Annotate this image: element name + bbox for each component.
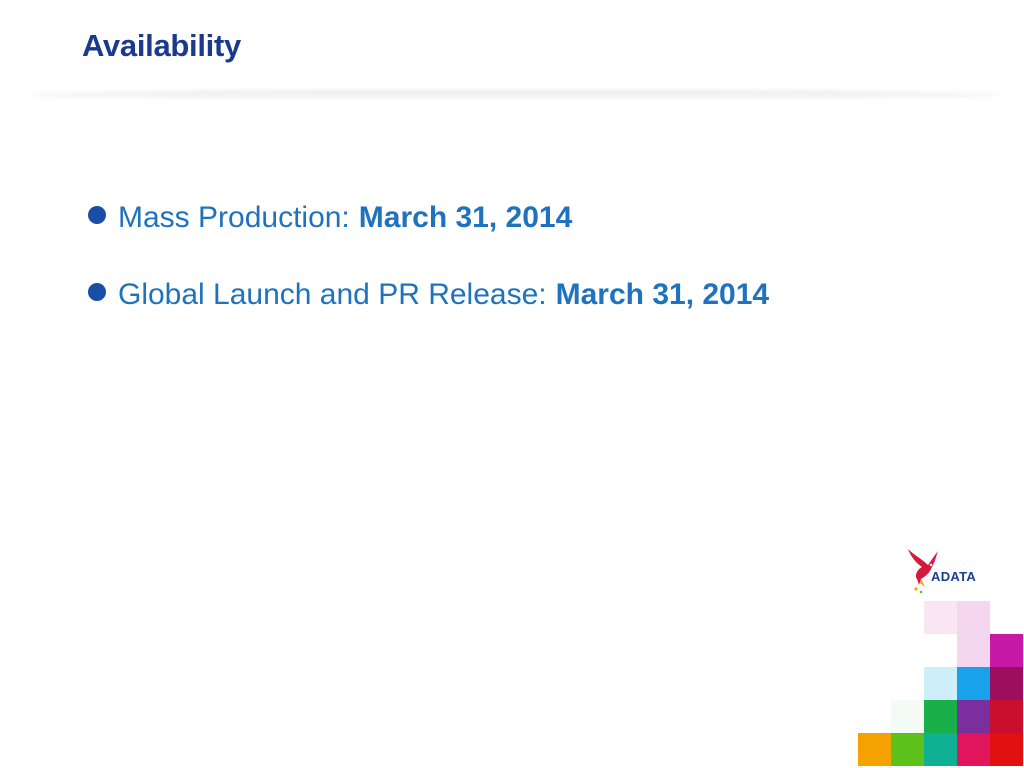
logo-text: ADATA xyxy=(931,569,976,584)
adata-logo: ADATA xyxy=(908,549,976,594)
color-mosaic xyxy=(0,0,1024,768)
bullet-list: Mass Production: March 31, 2014 Global L… xyxy=(88,196,769,350)
mosaic-tile xyxy=(924,700,957,733)
title-divider-shadow xyxy=(30,90,1000,100)
mosaic-tile xyxy=(891,700,924,733)
bullet-dot-icon xyxy=(88,206,106,224)
mosaic-tile xyxy=(924,733,957,766)
bullet-dot-icon xyxy=(88,283,106,301)
mosaic-tile xyxy=(990,634,1023,667)
mosaic-tile xyxy=(957,634,990,667)
mosaic-tile xyxy=(858,733,891,766)
bullet-item-global-launch: Global Launch and PR Release: March 31, … xyxy=(88,273,769,317)
bullet-item-mass-production: Mass Production: March 31, 2014 xyxy=(88,196,769,240)
bullet-label: Global Launch and PR Release: xyxy=(118,278,547,311)
mosaic-tile xyxy=(891,733,924,766)
mosaic-tile xyxy=(957,700,990,733)
slide-title: Availability xyxy=(82,28,241,63)
mosaic-tile xyxy=(990,733,1023,766)
bullet-date: March 31, 2014 xyxy=(555,278,770,311)
mosaic-tile xyxy=(957,733,990,766)
bullet-date: March 31, 2014 xyxy=(358,201,573,234)
bullet-label: Mass Production: xyxy=(118,201,350,234)
mosaic-tile xyxy=(990,700,1023,733)
mosaic-tile xyxy=(990,667,1023,700)
mosaic-tile xyxy=(924,667,957,700)
mosaic-tile xyxy=(957,667,990,700)
mosaic-tile xyxy=(924,601,957,634)
mosaic-tile xyxy=(957,601,990,634)
